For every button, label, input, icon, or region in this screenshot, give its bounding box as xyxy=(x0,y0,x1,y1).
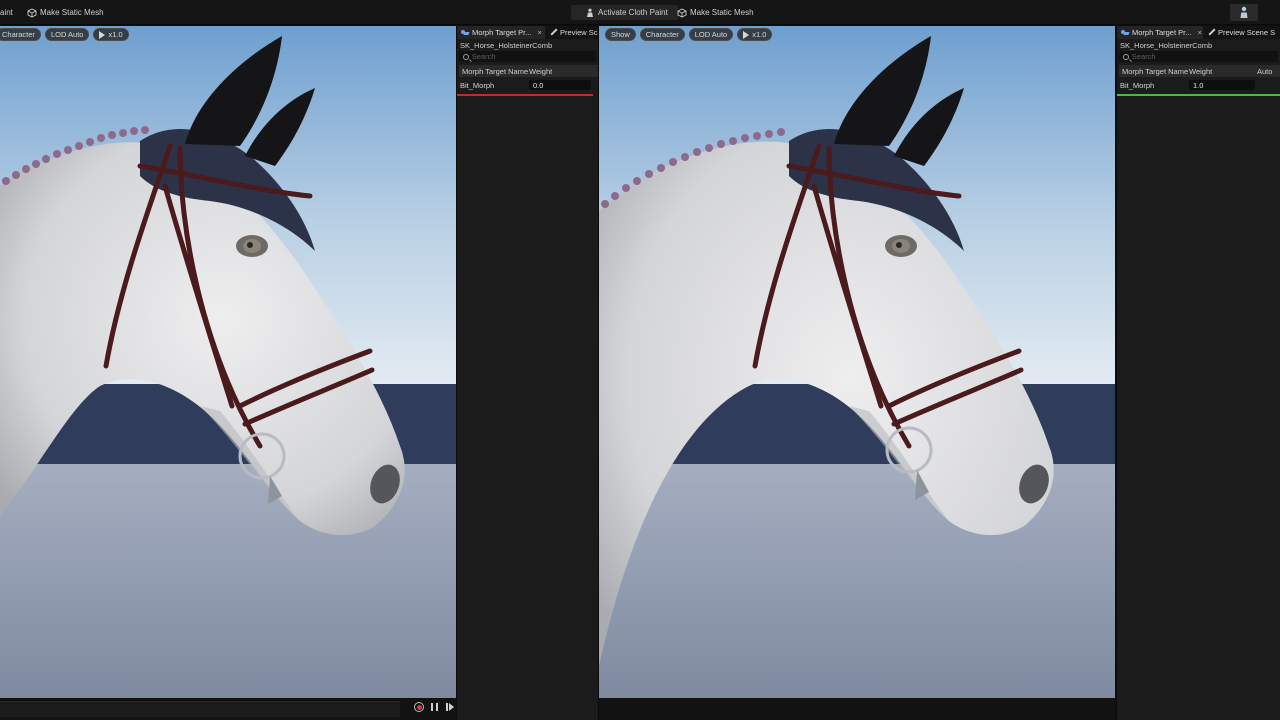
column-header-weight[interactable]: Weight xyxy=(529,67,552,76)
timeline-scrubber[interactable] xyxy=(0,701,400,717)
play-icon xyxy=(99,30,106,39)
tab-morph-target-preview[interactable]: Morph Target Pr... × xyxy=(457,26,545,39)
pencil-icon xyxy=(1208,29,1215,36)
search-icon xyxy=(1123,53,1129,60)
record-button[interactable] xyxy=(414,702,424,712)
pause-button[interactable] xyxy=(431,703,438,711)
playback-speed-label: x1.0 xyxy=(752,30,767,39)
horse-scene-left xyxy=(0,26,456,698)
character-pill[interactable]: Character xyxy=(639,28,685,41)
viewport-right[interactable]: Show Character LOD Auto x1.0 xyxy=(599,26,1115,698)
character-settings-button[interactable] xyxy=(1230,4,1258,21)
viewport-left-controls: Character LOD Auto x1.0 xyxy=(0,28,129,41)
make-static-mesh-button-right[interactable]: Make Static Mesh xyxy=(677,5,754,20)
static-mesh-icon xyxy=(27,7,37,18)
weight-indicator-bar xyxy=(1117,94,1280,96)
search-box[interactable] xyxy=(459,51,596,62)
pencil-icon xyxy=(550,29,557,36)
panel-tab-bar: Morph Target Pr... × Preview Sc xyxy=(457,26,598,39)
character-pill-label: Character xyxy=(645,30,679,39)
make-static-mesh-button-left[interactable]: Make Static Mesh xyxy=(27,5,104,20)
search-input[interactable] xyxy=(1131,52,1278,61)
panel-body: SK_Horse_HolsteinerComb Morph Target Nam… xyxy=(1117,39,1280,720)
lod-pill[interactable]: LOD Auto xyxy=(44,28,90,41)
close-icon[interactable]: × xyxy=(1197,28,1201,37)
tab-label: Preview Scene S xyxy=(1218,28,1276,37)
playback-speed-label: x1.0 xyxy=(108,30,123,39)
table-row[interactable]: Bit_Morph 1.0 xyxy=(1117,79,1280,91)
table-header: Morph Target Name Weight xyxy=(459,65,598,77)
character-pill[interactable]: Character xyxy=(0,28,41,41)
horse-scene-right xyxy=(599,26,1115,698)
panel-tab-bar: Morph Target Pr... × Preview Scene S xyxy=(1117,26,1280,39)
playback-bar xyxy=(0,698,456,720)
search-icon xyxy=(463,53,469,60)
viewport-left[interactable]: Character LOD Auto x1.0 xyxy=(0,26,456,698)
morph-target-panel-right: Morph Target Pr... × Preview Scene S SK_… xyxy=(1117,26,1280,720)
morph-target-icon xyxy=(1121,29,1129,36)
cloth-paint-button-left-cut[interactable]: aint xyxy=(0,5,13,20)
viewport-right-controls: Show Character LOD Auto x1.0 xyxy=(605,28,773,41)
tab-label: Morph Target Pr... xyxy=(1132,28,1192,37)
column-header-name[interactable]: Morph Target Name xyxy=(459,67,529,76)
table-row[interactable]: Bit_Morph 0.0 xyxy=(457,79,598,91)
morph-target-name: Bit_Morph xyxy=(1120,80,1155,90)
cloth-paint-icon xyxy=(585,8,595,18)
cloth-paint-label-left: aint xyxy=(0,8,13,17)
show-pill-label: Show xyxy=(611,30,630,39)
column-header-auto[interactable]: Auto xyxy=(1257,67,1272,76)
viewport-right-bottom-bar xyxy=(599,698,1115,720)
tab-preview-scene-settings[interactable]: Preview Scene S xyxy=(1204,26,1280,39)
morph-target-icon xyxy=(461,29,469,36)
lod-pill-label: LOD Auto xyxy=(50,30,84,39)
panel-body: SK_Horse_HolsteinerComb Morph Target Nam… xyxy=(457,39,598,720)
lod-pill-label: LOD Auto xyxy=(694,30,728,39)
main-toolbar: aint Make Static Mesh Activate Cloth Pai… xyxy=(0,0,1280,25)
weight-indicator-bar xyxy=(457,94,593,96)
search-input[interactable] xyxy=(471,52,596,61)
static-mesh-icon xyxy=(677,7,687,18)
make-static-mesh-label: Make Static Mesh xyxy=(690,8,754,17)
tab-label: Morph Target Pr... xyxy=(472,28,532,37)
weight-input[interactable]: 1.0 xyxy=(1189,80,1255,90)
activate-cloth-paint-label: Activate Cloth Paint xyxy=(598,8,668,17)
tab-morph-target-preview[interactable]: Morph Target Pr... × xyxy=(1117,26,1203,39)
make-static-mesh-label: Make Static Mesh xyxy=(40,8,104,17)
morph-target-name: Bit_Morph xyxy=(460,80,495,90)
play-icon xyxy=(743,30,750,39)
playback-speed-pill[interactable]: x1.0 xyxy=(737,28,773,41)
playback-speed-pill[interactable]: x1.0 xyxy=(93,28,129,41)
step-forward-button[interactable] xyxy=(446,703,455,711)
tab-preview-scene-settings[interactable]: Preview Sc xyxy=(546,26,598,39)
weight-input[interactable]: 0.0 xyxy=(529,80,591,90)
activate-cloth-paint-button[interactable]: Activate Cloth Paint xyxy=(571,5,678,20)
column-header-weight[interactable]: Weight xyxy=(1189,67,1257,76)
tab-label: Preview Sc xyxy=(560,28,598,37)
column-header-name[interactable]: Morph Target Name xyxy=(1119,67,1189,76)
table-header: Morph Target Name Weight Auto xyxy=(1119,65,1280,77)
mesh-name: SK_Horse_HolsteinerComb xyxy=(460,41,553,50)
lod-pill[interactable]: LOD Auto xyxy=(688,28,734,41)
character-pill-label: Character xyxy=(2,30,35,39)
search-box[interactable] xyxy=(1119,51,1278,62)
show-pill[interactable]: Show xyxy=(605,28,636,41)
person-icon xyxy=(1240,6,1248,18)
close-icon[interactable]: × xyxy=(537,28,541,37)
morph-target-panel-left: Morph Target Pr... × Preview Sc SK_Horse… xyxy=(457,26,598,720)
mesh-name: SK_Horse_HolsteinerComb xyxy=(1120,41,1213,50)
